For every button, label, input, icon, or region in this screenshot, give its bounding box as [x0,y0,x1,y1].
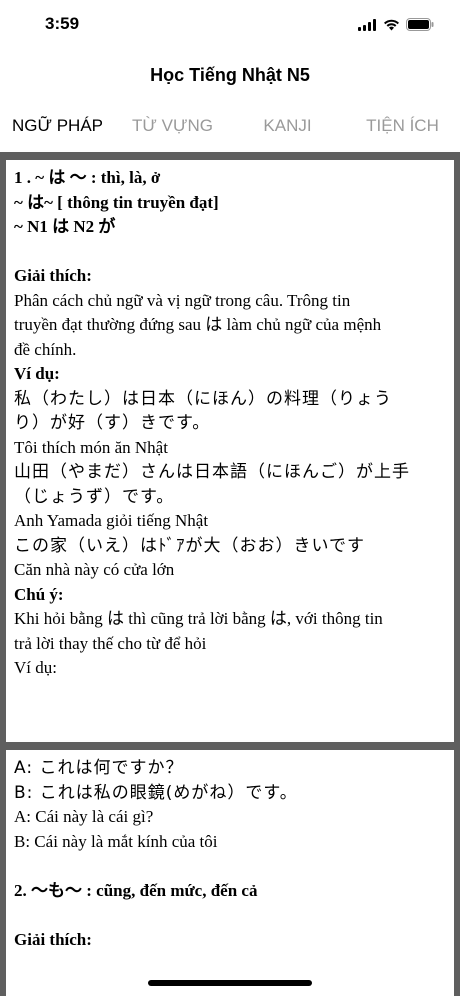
status-icons [358,16,434,35]
example-japanese: り）が好（す）きです。 [14,413,211,433]
explanation-text: đề chính. [14,339,77,359]
example-label: Ví dụ: [14,658,57,677]
dialogue-translation: A: Cái này là cái gì? [14,807,154,826]
grammar-heading: 1 . ~ は ～ : thì, là, ở [14,168,161,187]
tab-vocabulary[interactable]: TỪ VỰNG [115,108,230,144]
wifi-icon [383,16,400,35]
grammar-card-2[interactable]: A: これは何ですか？ B: これは私の眼鏡(めがね）です。 A: Cái nà… [6,750,454,996]
example-label: Ví dụ: [14,364,60,383]
explanation-text: truyền đạt thường đứng sau は làm chủ ngữ… [14,315,382,334]
example-translation: Anh Yamada giỏi tiếng Nhật [14,511,209,530]
grammar-card-1[interactable]: 1 . ~ は ～ : thì, là, ở ~ は~ [ thông tin … [6,160,454,742]
example-translation: Tôi thích món ăn Nhật [14,437,168,457]
tab-kanji[interactable]: KANJI [230,108,345,144]
dialogue-line: A: これは何ですか？ [14,758,184,778]
tab-utilities[interactable]: TIỆN ÍCH [345,108,460,144]
note-label: Chú ý: [14,584,64,604]
example-japanese: （じょうず）です。 [14,486,175,507]
dialogue-translation: B: Cái này là mắt kính của tôi [14,831,218,851]
tab-bar: NGỮ PHÁP TỪ VỰNG KANJI TIỆN ÍCH [0,108,460,144]
example-japanese: 山田（やまだ）さんは日本語（にほんご）が上手 [14,462,410,482]
home-indicator[interactable] [148,980,312,986]
explanation-label: Giải thích: [14,266,92,285]
dialogue-line: B: これは私の眼鏡(めがね）です。 [14,782,298,803]
grammar-pattern: ~ は~ [ thông tin truyền đạt] [14,192,219,212]
example-japanese: 私（わたし）は日本（にほん）の料理（りょう [14,388,392,409]
grammar-pattern: ~ N1 は N2 が [14,217,116,236]
explanation-text: Phân cách chủ ngữ và vị ngữ trong câu. T… [14,290,351,310]
status-bar: 3:59 [0,0,460,50]
signal-icon [358,16,377,35]
status-time: 3:59 [45,14,80,33]
tab-grammar[interactable]: NGỮ PHÁP [0,108,115,144]
explanation-label: Giải thích: [14,929,92,949]
page-title: Học Tiếng Nhật N5 [150,65,310,85]
battery-icon [406,16,434,35]
app-header: Học Tiếng Nhật N5 [0,55,460,95]
example-translation: Căn nhà này có cửa lớn [14,560,175,579]
example-japanese: この家（いえ）はﾄﾞｱが大（おお）きいです [14,535,365,556]
note-text: trả lời thay thế cho từ để hỏi [14,633,207,653]
grammar-heading: 2. ～も～ : cũng, đến mức, đến cả [14,880,258,900]
note-text: Khi hỏi bằng は thì cũng trả lời bằng は, … [14,609,383,628]
